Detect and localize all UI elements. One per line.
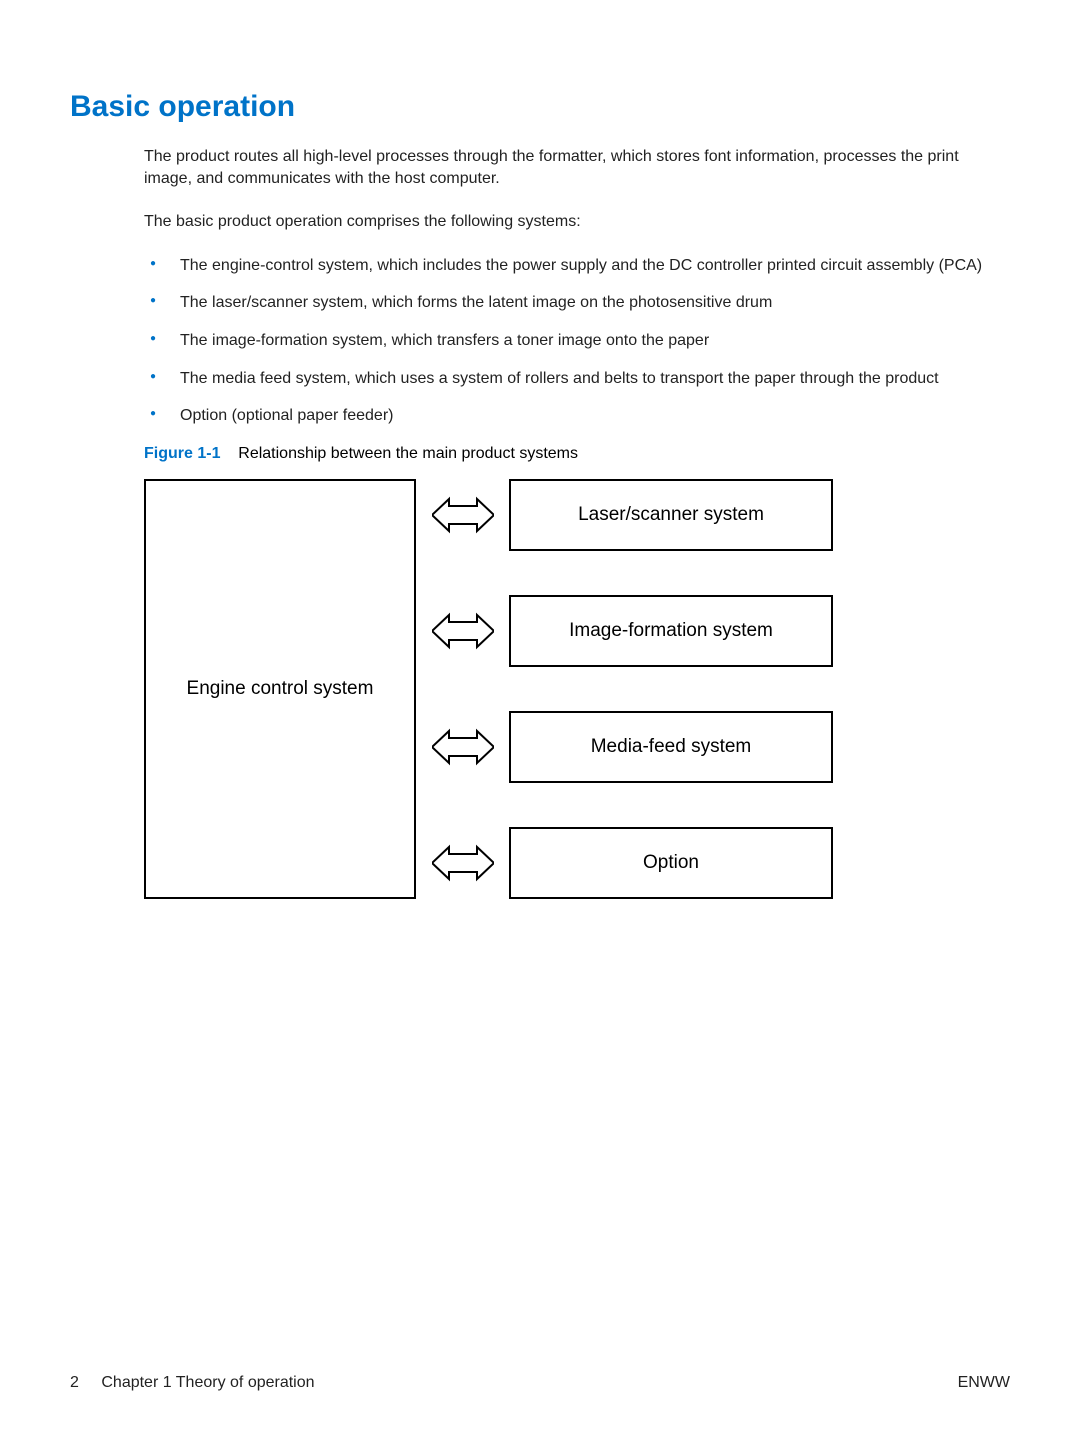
page-number: 2 <box>70 1374 79 1391</box>
figure-label: Figure 1-1 <box>144 445 220 462</box>
diagram-engine-label: Engine control system <box>187 678 374 700</box>
list-item: The media feed system, which uses a syst… <box>144 368 1010 390</box>
section-heading: Basic operation <box>70 90 1010 124</box>
list-item: The laser/scanner system, which forms th… <box>144 292 1010 314</box>
double-arrow-icon <box>432 608 494 654</box>
systems-diagram: Engine control system Laser/scanner syst… <box>144 479 844 909</box>
figure-caption-text: Relationship between the main product sy… <box>238 445 578 462</box>
list-item: Option (optional paper feeder) <box>144 405 1010 427</box>
chapter-label: Chapter 1 Theory of operation <box>101 1374 314 1391</box>
figure-caption: Figure 1-1 Relationship between the main… <box>144 445 1010 463</box>
footer-right: ENWW <box>958 1374 1010 1392</box>
page-footer: 2 Chapter 1 Theory of operation ENWW <box>70 1374 1010 1392</box>
double-arrow-icon <box>432 492 494 538</box>
diagram-box-label: Option <box>643 852 699 874</box>
diagram-box-media-feed: Media-feed system <box>509 711 833 783</box>
intro-para-1: The product routes all high-level proces… <box>144 146 1010 189</box>
list-item: The engine-control system, which include… <box>144 255 1010 277</box>
diagram-box-label: Laser/scanner system <box>578 504 764 526</box>
system-list: The engine-control system, which include… <box>144 255 1010 427</box>
diagram-engine-box: Engine control system <box>144 479 416 899</box>
diagram-box-option: Option <box>509 827 833 899</box>
diagram-box-label: Image-formation system <box>569 620 773 642</box>
double-arrow-icon <box>432 840 494 886</box>
double-arrow-icon <box>432 724 494 770</box>
diagram-box-image-formation: Image-formation system <box>509 595 833 667</box>
diagram-box-label: Media-feed system <box>591 736 752 758</box>
diagram-box-laser: Laser/scanner system <box>509 479 833 551</box>
intro-para-2: The basic product operation comprises th… <box>144 211 1010 233</box>
list-item: The image-formation system, which transf… <box>144 330 1010 352</box>
